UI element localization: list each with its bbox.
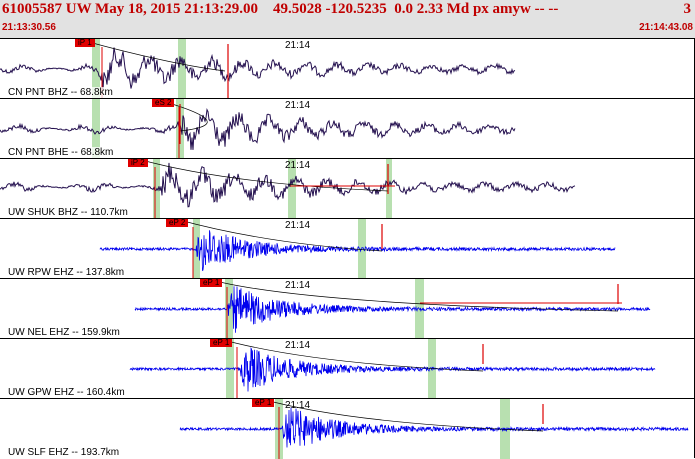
seismogram-trace[interactable]: eS 2 21:14 CN PNT BHE -- 68.8km bbox=[0, 98, 695, 159]
minute-mark-label: 21:14 bbox=[285, 100, 311, 111]
waveform bbox=[0, 47, 516, 91]
channel-label: UW GPW EHZ -- 160.4km bbox=[8, 387, 125, 398]
seismogram-trace[interactable]: iP 1 21:14 CN PNT BHZ -- 68.8km bbox=[0, 38, 695, 99]
event-title: 61005587 UW May 18, 2015 21:13:29.00 49.… bbox=[2, 1, 559, 17]
phase-pick-tag[interactable]: eP 1 bbox=[210, 339, 233, 347]
travel-time-curve bbox=[77, 39, 226, 72]
phase-pick-tag[interactable]: eP 1 bbox=[252, 399, 275, 407]
minute-mark-label: 21:14 bbox=[285, 220, 311, 231]
waveform bbox=[0, 108, 516, 150]
channel-label: UW RPW EHZ -- 137.8km bbox=[8, 267, 125, 278]
waveform bbox=[179, 407, 689, 448]
phase-pick-tag[interactable]: eS 2 bbox=[152, 99, 175, 107]
minute-mark-label: 21:14 bbox=[285, 340, 311, 351]
phase-pick-tag[interactable]: iP 1 bbox=[75, 39, 95, 47]
minute-mark-label: 21:14 bbox=[285, 40, 311, 51]
minute-mark-label: 21:14 bbox=[285, 280, 311, 291]
window-start-time: 21:13:30.56 bbox=[2, 22, 56, 33]
channel-label: UW NEL EHZ -- 159.9km bbox=[8, 327, 120, 338]
travel-time-curve bbox=[175, 219, 383, 252]
channel-label: UW SHUK BHZ -- 110.7km bbox=[8, 207, 128, 218]
phase-pick-tag[interactable]: iP 2 bbox=[128, 159, 148, 167]
phase-pick-tag[interactable]: eP 2 bbox=[166, 219, 189, 227]
waveform bbox=[134, 286, 651, 333]
channel-label: CN PNT BHZ -- 68.8km bbox=[8, 87, 113, 98]
waveform bbox=[99, 230, 616, 272]
seismogram-trace[interactable]: eP 1 21:14 UW SLF EHZ -- 193.7km bbox=[0, 398, 695, 459]
seismogram-trace[interactable]: iP 2 21:14 UW SHUK BHZ -- 110.7km bbox=[0, 158, 695, 219]
event-count: 3 bbox=[683, 1, 692, 17]
seismogram-trace[interactable]: eP 1 21:14 UW NEL EHZ -- 159.9km bbox=[0, 278, 695, 339]
seismogram-trace[interactable]: eP 2 21:14 UW RPW EHZ -- 137.8km bbox=[0, 218, 695, 279]
minute-mark-label: 21:14 bbox=[285, 160, 311, 171]
channel-label: UW SLF EHZ -- 193.7km bbox=[8, 447, 120, 458]
phase-window-marker bbox=[386, 159, 392, 219]
seismogram-trace[interactable]: eP 1 21:14 UW GPW EHZ -- 160.4km bbox=[0, 338, 695, 399]
waveform bbox=[129, 347, 656, 392]
window-end-time: 21:14:43.08 bbox=[639, 22, 693, 33]
phase-pick-tag[interactable]: eP 1 bbox=[200, 279, 223, 287]
channel-label: CN PNT BHE -- 68.8km bbox=[8, 147, 114, 158]
event-header: 61005587 UW May 18, 2015 21:13:29.00 49.… bbox=[0, 0, 695, 38]
minute-mark-label: 21:14 bbox=[285, 400, 311, 411]
phase-window-marker bbox=[178, 39, 186, 99]
